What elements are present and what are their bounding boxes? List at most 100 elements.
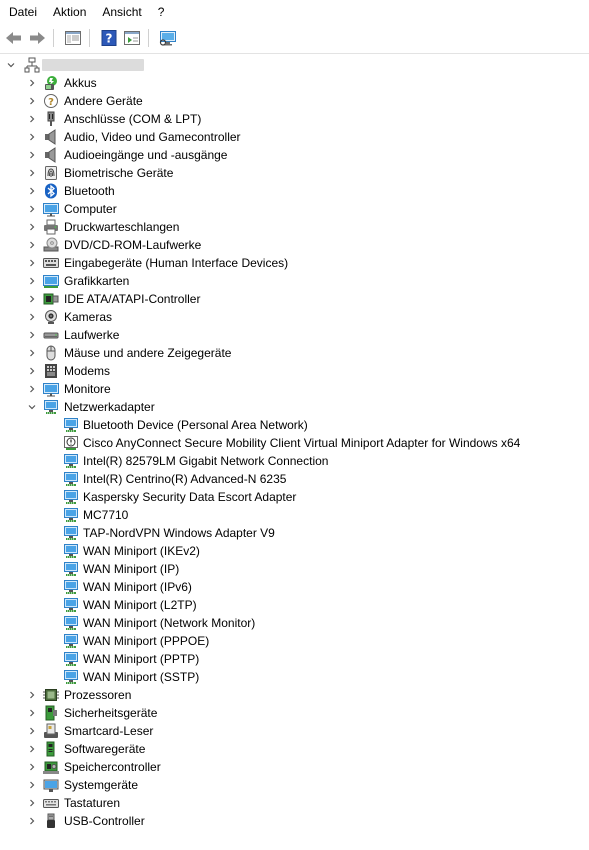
chevron-right-icon[interactable] [24,794,40,812]
tree-category-softwaregeraete[interactable]: Softwaregeräte [0,740,589,758]
tree-category-sicherheitsgeraete[interactable]: Sicherheitsgeräte [0,704,589,722]
menu-bar: Datei Aktion Ansicht ? [0,0,589,24]
chevron-right-icon[interactable] [24,308,40,326]
toolbar-separator [89,29,90,47]
tree-category-label: Prozessoren [64,688,132,702]
chevron-down-icon[interactable] [3,56,19,74]
chevron-right-icon[interactable] [24,326,40,344]
security-device-icon [43,705,59,721]
properties-button[interactable] [122,28,142,48]
tree-device-wan-miniport-sstp[interactable]: WAN Miniport (SSTP) [0,668,589,686]
chevron-right-icon[interactable] [24,110,40,128]
tree-category-prozessoren[interactable]: Prozessoren [0,686,589,704]
chevron-right-icon[interactable] [24,704,40,722]
speaker-icon [43,129,59,145]
chevron-right-icon[interactable] [24,182,40,200]
chevron-down-icon[interactable] [24,398,40,416]
tree-category-druckwarteschlangen[interactable]: Druckwarteschlangen [0,218,589,236]
chevron-right-icon[interactable] [24,200,40,218]
tree-category-audio-video-und-gamecontroller[interactable]: Audio, Video und Gamecontroller [0,128,589,146]
toolbar: ? [0,25,589,51]
tree-device-wan-miniport-pppoe[interactable]: WAN Miniport (PPPOE) [0,632,589,650]
menu-ansicht[interactable]: Ansicht [94,1,149,23]
tree-category-label: Modems [64,364,111,378]
tree-device-wan-miniport-pptp[interactable]: WAN Miniport (PPTP) [0,650,589,668]
tree-category-audioeingaenge-und-ausgaenge[interactable]: Audioeingänge und -ausgänge [0,146,589,164]
scan-hardware-button[interactable] [158,28,178,48]
tree-device-label: Intel(R) Centrino(R) Advanced-N 6235 [83,472,287,486]
chevron-right-icon[interactable] [24,146,40,164]
menu-help[interactable]: ? [150,1,173,23]
tree-device-cisco-anyconnect-secure-mobility-client-virtual-miniport-adapter-for-windows-x64[interactable]: Cisco AnyConnect Secure Mobility Client … [0,434,589,452]
tree-device-intel-r-82579lm-gigabit-network-connection[interactable]: Intel(R) 82579LM Gigabit Network Connect… [0,452,589,470]
chevron-right-icon[interactable] [24,236,40,254]
tree-category-andere-geraete[interactable]: ? Andere Geräte [0,92,589,110]
tree-category-label: Eingabegeräte (Human Interface Devices) [64,256,289,270]
disk-drive-icon [43,327,59,343]
computer-network-icon [24,57,40,73]
tree-device-label: WAN Miniport (Network Monitor) [83,616,256,630]
system-device-icon [43,777,59,793]
tree-category-monitore[interactable]: Monitore [0,380,589,398]
show-hide-console-tree-button[interactable] [63,28,83,48]
tree-root[interactable] [0,56,589,74]
tree-category-biometrische-geraete[interactable]: Biometrische Geräte [0,164,589,182]
tree-category-tastaturen[interactable]: Tastaturen [0,794,589,812]
chevron-right-icon[interactable] [24,290,40,308]
tree-category-laufwerke[interactable]: Laufwerke [0,326,589,344]
tree-category-maeuse-und-andere-zeigegeraete[interactable]: Mäuse und andere Zeigegeräte [0,344,589,362]
forward-button[interactable] [27,28,47,48]
chevron-right-icon[interactable] [24,92,40,110]
tree-category-netzwerkadapter[interactable]: Netzwerkadapter [0,398,589,416]
chevron-right-icon[interactable] [24,218,40,236]
tree-category-systemgeraete[interactable]: Systemgeräte [0,776,589,794]
tree-category-dvd-cd-rom-laufwerke[interactable]: DVD/CD-ROM-Laufwerke [0,236,589,254]
tree-device-wan-miniport-l2tp[interactable]: WAN Miniport (L2TP) [0,596,589,614]
chevron-right-icon[interactable] [24,272,40,290]
tree-device-wan-miniport-ip[interactable]: WAN Miniport (IP) [0,560,589,578]
chevron-right-icon[interactable] [24,344,40,362]
tree-device-wan-miniport-ipv6[interactable]: WAN Miniport (IPv6) [0,578,589,596]
chevron-right-icon[interactable] [24,776,40,794]
chevron-right-icon[interactable] [24,722,40,740]
tree-device-wan-miniport-ikev2[interactable]: WAN Miniport (IKEv2) [0,542,589,560]
tree-category-grafikkarten[interactable]: Grafikkarten [0,272,589,290]
tree-category-ide-ata-atapi-controller[interactable]: IDE ATA/ATAPI-Controller [0,290,589,308]
tree-category-modems[interactable]: Modems [0,362,589,380]
tree-category-speichercontroller[interactable]: Speichercontroller [0,758,589,776]
chevron-right-icon[interactable] [24,758,40,776]
chevron-right-icon[interactable] [24,74,40,92]
tree-category-usb-controller[interactable]: USB-Controller [0,812,589,830]
tree-category-akkus[interactable]: Akkus [0,74,589,92]
tree-category-anschluesse-com-lpt[interactable]: Anschlüsse (COM & LPT) [0,110,589,128]
back-button[interactable] [4,28,24,48]
tree-device-intel-r-centrino-r-advanced-n-6235[interactable]: Intel(R) Centrino(R) Advanced-N 6235 [0,470,589,488]
tree-device-mc7710[interactable]: MC7710 [0,506,589,524]
fingerprint-icon [43,165,59,181]
menu-datei[interactable]: Datei [0,1,45,23]
tree-device-label: TAP-NordVPN Windows Adapter V9 [83,526,275,540]
tree-device-bluetooth-device-personal-area-network[interactable]: Bluetooth Device (Personal Area Network) [0,416,589,434]
menu-aktion[interactable]: Aktion [45,1,94,23]
tree-category-computer[interactable]: Computer [0,200,589,218]
tree-category-bluetooth[interactable]: Bluetooth [0,182,589,200]
tree-category-eingabegeraete-human-interface-devices[interactable]: Eingabegeräte (Human Interface Devices) [0,254,589,272]
network-adapter-icon [63,633,79,649]
tree-category-smartcard-leser[interactable]: Smartcard-Leser [0,722,589,740]
chevron-right-icon[interactable] [24,362,40,380]
chevron-right-icon[interactable] [24,686,40,704]
tree-category-label: DVD/CD-ROM-Laufwerke [64,238,202,252]
chevron-right-icon[interactable] [24,254,40,272]
chevron-right-icon[interactable] [24,812,40,830]
help-button[interactable]: ? [99,28,119,48]
chevron-right-icon[interactable] [24,128,40,146]
tree-category-label: Biometrische Geräte [64,166,174,180]
tree-device-wan-miniport-network-monitor[interactable]: WAN Miniport (Network Monitor) [0,614,589,632]
chevron-right-icon[interactable] [24,164,40,182]
tree-device-tap-nordvpn-windows-adapter-v9[interactable]: TAP-NordVPN Windows Adapter V9 [0,524,589,542]
chevron-right-icon[interactable] [24,380,40,398]
network-adapter-icon [63,417,79,433]
chevron-right-icon[interactable] [24,740,40,758]
tree-category-kameras[interactable]: Kameras [0,308,589,326]
tree-device-kaspersky-security-data-escort-adapter[interactable]: Kaspersky Security Data Escort Adapter [0,488,589,506]
